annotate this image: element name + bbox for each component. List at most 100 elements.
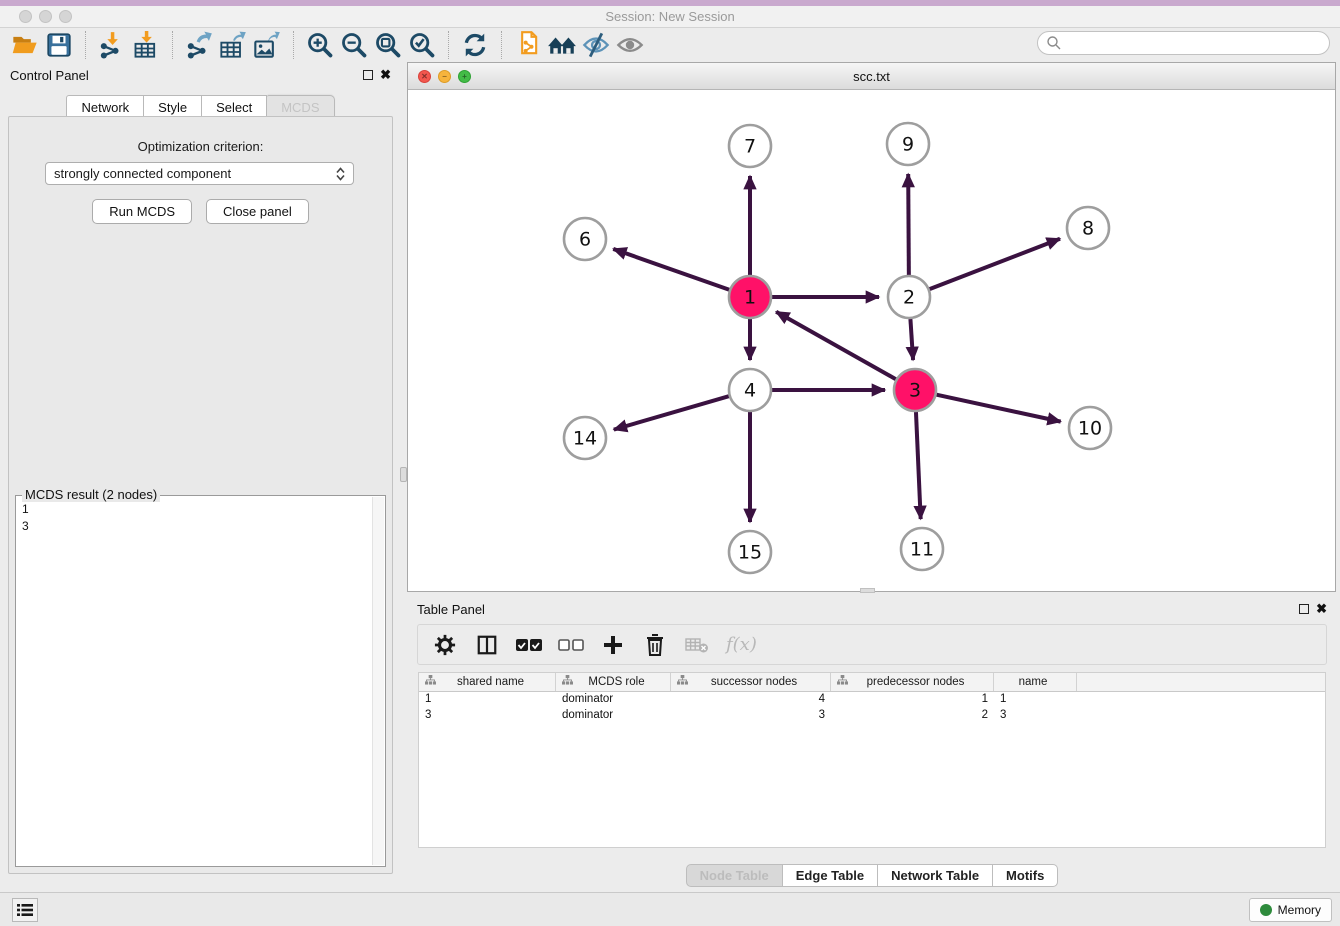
graph-node-label-9: 9	[902, 134, 914, 156]
graph-node-label-2: 2	[903, 287, 915, 309]
graph-edge-2-9[interactable]	[908, 174, 909, 275]
mcds-result-item: 3	[22, 518, 383, 535]
refresh-icon[interactable]	[458, 29, 492, 61]
export-network-icon[interactable]	[182, 29, 216, 61]
zoom-selected-icon[interactable]	[405, 29, 439, 61]
graph-edge-2-8[interactable]	[930, 239, 1060, 289]
task-list-button[interactable]	[12, 898, 38, 922]
delete-row-icon[interactable]	[642, 632, 668, 658]
hierarchy-icon	[837, 675, 848, 689]
float-panel-icon[interactable]	[1299, 604, 1309, 614]
close-panel-button[interactable]: Close panel	[206, 199, 309, 224]
control-panel-title: Control Panel	[10, 68, 89, 83]
table-cell[interactable]: 3	[419, 708, 556, 724]
save-session-icon[interactable]	[42, 29, 76, 61]
table-cell[interactable]: 2	[831, 708, 994, 724]
graph-edge-1-6[interactable]	[613, 249, 729, 290]
optimization-criterion-select[interactable]: strongly connected component	[45, 162, 354, 185]
table-toolbar: f(x)	[417, 624, 1327, 665]
memory-button[interactable]: Memory	[1249, 898, 1332, 922]
graph-node-label-6: 6	[579, 229, 591, 251]
settings-gear-icon[interactable]	[432, 632, 458, 658]
select-all-checkbox-icon[interactable]	[516, 632, 542, 658]
graph-edge-4-14[interactable]	[614, 396, 729, 429]
close-panel-icon[interactable]: ✖	[380, 70, 391, 80]
show-eye-icon[interactable]	[613, 29, 647, 61]
optimization-criterion-label: Optimization criterion:	[9, 139, 392, 154]
column-header-name[interactable]: name	[994, 673, 1077, 691]
graph-edge-3-1[interactable]	[776, 312, 896, 379]
node-table-header: shared name MCDS rolesuccessor nodes prede…	[419, 673, 1325, 692]
tab-motifs[interactable]: Motifs	[993, 864, 1058, 887]
select-stepper-icon	[336, 167, 345, 181]
graph-node-label-7: 7	[744, 136, 756, 158]
mcds-result-scrollbar[interactable]	[372, 497, 384, 865]
float-panel-icon[interactable]	[363, 70, 373, 80]
graph-node-label-4: 4	[744, 380, 756, 402]
table-cell[interactable]: 1	[419, 692, 556, 708]
home-icon[interactable]	[545, 29, 579, 61]
column-header-label: MCDS role	[573, 676, 670, 688]
table-row[interactable]: 3dominator323	[419, 708, 1325, 724]
list-icon	[17, 903, 33, 917]
zoom-in-icon[interactable]	[303, 29, 337, 61]
toolbar-separator	[448, 31, 449, 59]
export-image-icon[interactable]	[250, 29, 284, 61]
table-cell[interactable]: 3	[994, 708, 1077, 724]
column-header-label: predecessor nodes	[848, 676, 993, 688]
graph-node-label-14: 14	[573, 428, 597, 450]
tab-edge-table[interactable]: Edge Table	[783, 864, 878, 887]
export-table-icon[interactable]	[216, 29, 250, 61]
mcds-result-title: MCDS result (2 nodes)	[22, 487, 160, 502]
panel-splitter-handle[interactable]	[400, 467, 407, 482]
table-cell[interactable]: dominator	[556, 692, 671, 708]
column-header-predecessor-nodes[interactable]: predecessor nodes	[831, 673, 994, 691]
graph-node-label-10: 10	[1078, 418, 1102, 440]
toolbar-separator	[501, 31, 502, 59]
search-icon	[1046, 35, 1062, 51]
network-graph-canvas[interactable]: 7968124314101511	[408, 90, 1335, 591]
table-cell[interactable]: 1	[994, 692, 1077, 708]
table-panel-title: Table Panel	[417, 602, 485, 617]
column-header-shared-name[interactable]: shared name	[419, 673, 556, 691]
function-builder-icon: f(x)	[726, 632, 757, 658]
mcds-result-item: 1	[22, 501, 383, 518]
table-row[interactable]: 1dominator411	[419, 692, 1325, 708]
window-title: Session: New Session	[0, 9, 1340, 24]
run-mcds-button[interactable]: Run MCDS	[92, 199, 192, 224]
search-input[interactable]	[1062, 33, 1329, 53]
toolbar-separator	[172, 31, 173, 59]
import-table-icon[interactable]	[129, 29, 163, 61]
network-window-titlebar[interactable]: ✕ − + scc.txt	[408, 63, 1335, 90]
hide-eye-icon[interactable]	[579, 29, 613, 61]
network-file-icon[interactable]	[511, 29, 545, 61]
main-toolbar	[0, 28, 1340, 62]
hierarchy-icon	[425, 675, 436, 689]
deselect-all-checkbox-icon[interactable]	[558, 632, 584, 658]
toolbar-separator	[85, 31, 86, 59]
hierarchy-icon	[677, 675, 688, 689]
table-cell[interactable]: 1	[831, 692, 994, 708]
table-panel-header: Table Panel ✖	[407, 596, 1337, 622]
table-cell[interactable]: dominator	[556, 708, 671, 724]
node-table[interactable]: shared name MCDS rolesuccessor nodes prede…	[418, 672, 1326, 848]
zoom-fit-icon[interactable]	[371, 29, 405, 61]
table-cell[interactable]: 4	[671, 692, 831, 708]
search-box[interactable]	[1037, 31, 1330, 55]
column-header-successor-nodes[interactable]: successor nodes	[671, 673, 831, 691]
graph-edge-3-11[interactable]	[916, 412, 921, 519]
import-network-icon[interactable]	[95, 29, 129, 61]
tab-node-table[interactable]: Node Table	[686, 864, 783, 887]
graph-edge-3-10[interactable]	[936, 395, 1060, 422]
add-row-icon[interactable]	[600, 632, 626, 658]
graph-edge-2-3[interactable]	[910, 319, 913, 360]
table-cell[interactable]: 3	[671, 708, 831, 724]
close-panel-icon[interactable]: ✖	[1316, 604, 1327, 614]
zoom-out-icon[interactable]	[337, 29, 371, 61]
panel-splitter-handle[interactable]	[860, 588, 875, 593]
open-file-icon[interactable]	[8, 29, 42, 61]
tab-network-table[interactable]: Network Table	[878, 864, 993, 887]
control-panel-header: Control Panel ✖	[0, 62, 401, 88]
column-header-MCDS-role[interactable]: MCDS role	[556, 673, 671, 691]
split-columns-icon[interactable]	[474, 632, 500, 658]
